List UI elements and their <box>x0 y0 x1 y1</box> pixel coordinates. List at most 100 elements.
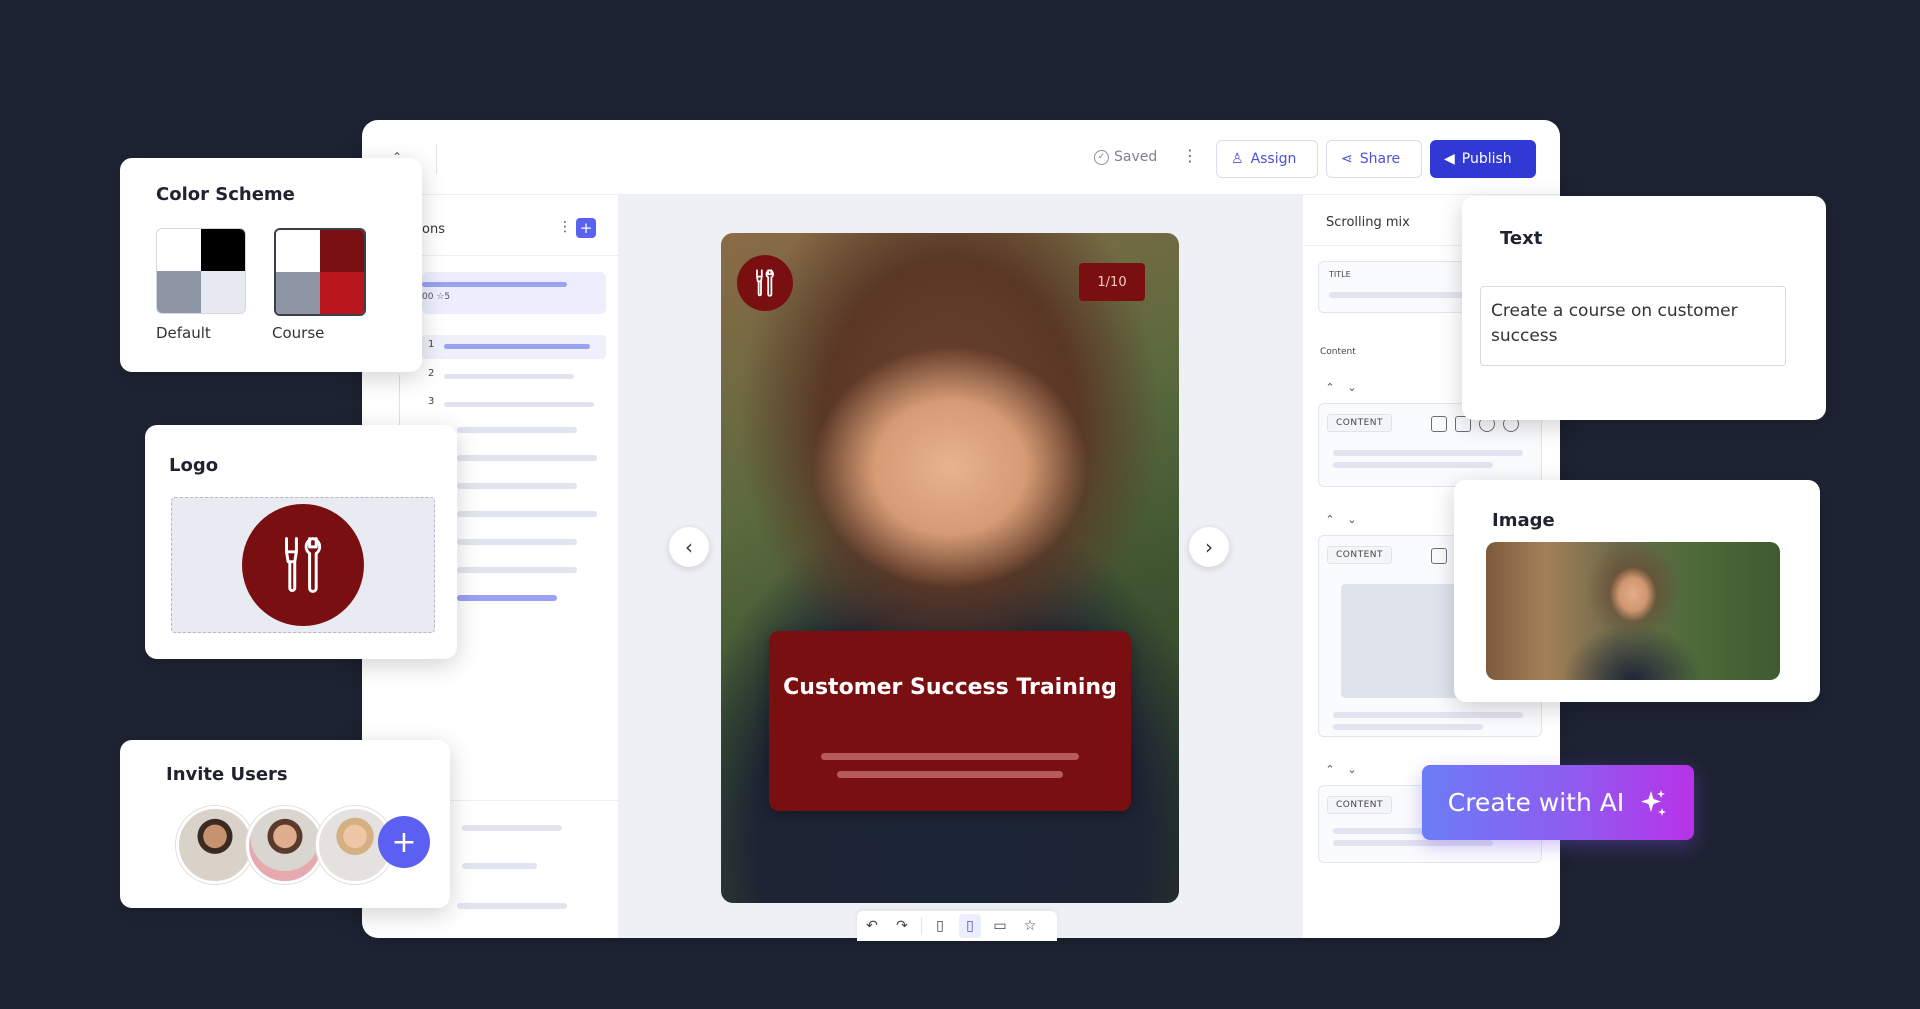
redo-icon[interactable]: ↷ <box>891 914 913 938</box>
assign-button[interactable]: ♙ Assign <box>1216 140 1318 178</box>
topbar-divider <box>436 144 437 174</box>
swatch-cell <box>201 271 245 313</box>
check-circle-icon: ✓ <box>1094 149 1109 165</box>
color-scheme-label: Color Scheme <box>156 184 295 205</box>
section-progress: 00 ☆5 <box>422 292 451 302</box>
content-tag: CONTENT <box>1327 546 1393 564</box>
content-tag: CONTENT <box>1327 414 1393 432</box>
tools-icon <box>285 537 322 593</box>
slide-counter: 1/10 <box>1079 263 1145 301</box>
phone-icon[interactable]: ▯ <box>929 914 951 938</box>
chevron-up-icon[interactable]: ⌃ <box>1320 759 1340 779</box>
editor-window: ⌃ ✓ Saved ⋮ ♙ Assign ⋖ Share ◀ Publish o… <box>362 120 1560 941</box>
chevron-down-icon[interactable]: ⌄ <box>1342 377 1362 397</box>
chevron-up-icon[interactable]: ⌃ <box>1320 509 1340 529</box>
create-with-ai-label: Create with AI <box>1447 788 1625 817</box>
swatch-cell <box>157 271 201 313</box>
image-card: Image <box>1454 480 1820 702</box>
tools-icon <box>756 269 774 297</box>
avatar[interactable] <box>246 806 324 884</box>
publish-button[interactable]: ◀ Publish <box>1430 140 1536 178</box>
text-format-icon[interactable] <box>1431 416 1447 432</box>
sidebar-heading: ons <box>422 222 445 237</box>
swatch-cell <box>276 272 320 314</box>
selected-section[interactable]: 00 ☆5 <box>422 272 606 314</box>
avatar[interactable] <box>176 806 254 884</box>
text-label: Text <box>1500 228 1543 249</box>
scheme-course-swatch[interactable] <box>274 228 366 316</box>
publish-megaphone-icon: ◀ <box>1444 151 1455 167</box>
chevron-right-icon[interactable]: › <box>1189 527 1229 567</box>
share-label: Share <box>1359 151 1401 167</box>
plus-icon: + <box>391 824 417 860</box>
logo-label: Logo <box>169 455 219 476</box>
add-user-button[interactable]: + <box>378 816 430 868</box>
content-tag: CONTENT <box>1327 796 1393 814</box>
add-section-button[interactable]: + <box>576 218 596 238</box>
share-button[interactable]: ⋖ Share <box>1326 140 1422 178</box>
invite-users-label: Invite Users <box>166 764 288 785</box>
toolbar-divider <box>921 917 922 935</box>
list-placeholder <box>457 511 597 517</box>
swatch-cell <box>201 229 245 271</box>
sidebar-more-icon[interactable]: ⋮ <box>558 219 572 235</box>
chevron-down-icon[interactable]: ⌄ <box>1342 759 1362 779</box>
assign-user-icon: ♙ <box>1231 151 1244 167</box>
image-label: Image <box>1492 510 1555 531</box>
image-preview[interactable] <box>1486 542 1780 680</box>
content-label: Content <box>1320 347 1356 357</box>
tablet-icon[interactable]: ▯ <box>959 914 981 938</box>
list-placeholder <box>457 483 577 489</box>
chevron-left-icon[interactable]: ‹ <box>669 527 709 567</box>
logo-card: Logo <box>145 425 457 659</box>
editor-topbar: ⌃ ✓ Saved ⋮ ♙ Assign ⋖ Share ◀ Publish <box>362 120 1560 195</box>
image-placeholder <box>1341 584 1461 698</box>
more-vertical-icon[interactable]: ⋮ <box>1182 146 1198 165</box>
slide-logo-badge <box>737 255 793 311</box>
scheme-default-swatch[interactable] <box>156 228 246 314</box>
logo-badge <box>242 504 364 626</box>
color-scheme-card: Color Scheme Default Course <box>120 158 422 372</box>
star-icon[interactable]: ☆ <box>1019 914 1041 938</box>
invite-users-card: Invite Users + <box>120 740 450 908</box>
list-placeholder <box>457 539 577 545</box>
logo-dropzone[interactable] <box>171 497 435 633</box>
slide[interactable]: 1/10 Customer Success Training <box>721 233 1179 903</box>
scheme-default-label: Default <box>156 324 211 342</box>
assign-label: Assign <box>1250 151 1297 167</box>
list-placeholder <box>457 455 597 461</box>
panel-mode-label: Scrolling mix <box>1326 215 1410 230</box>
slide-canvas: ‹ › 1/10 Customer Success Training ↶ ↷ ▯ <box>619 195 1303 941</box>
swatch-cell <box>320 272 364 314</box>
slide-title-card: Customer Success Training <box>769 631 1131 811</box>
list-item[interactable]: 3 <box>422 393 606 413</box>
list-item[interactable]: 1 <box>422 335 606 359</box>
swatch-cell <box>320 230 364 272</box>
create-with-ai-button[interactable]: Create with AI <box>1422 765 1694 840</box>
slide-subtitle-placeholder <box>821 753 1079 760</box>
list-placeholder <box>457 903 567 909</box>
saved-status: ✓ Saved <box>1094 149 1157 165</box>
list-placeholder <box>462 825 562 831</box>
prompt-input[interactable]: Create a course on customer success <box>1480 286 1786 366</box>
swatch-cell <box>157 229 201 271</box>
swatch-cell <box>276 230 320 272</box>
list-placeholder <box>457 595 557 601</box>
saved-label: Saved <box>1114 149 1158 165</box>
list-item[interactable]: 2 <box>422 365 606 385</box>
share-icon: ⋖ <box>1341 151 1353 167</box>
list-placeholder <box>462 863 537 869</box>
desktop-icon[interactable]: ▭ <box>989 914 1011 938</box>
slide-title: Customer Success Training <box>783 675 1117 700</box>
slide-subtitle-placeholder <box>837 771 1063 778</box>
text-format-icon[interactable] <box>1431 548 1447 564</box>
chevron-down-icon[interactable]: ⌄ <box>1342 509 1362 529</box>
title-tag: TITLE <box>1329 270 1351 279</box>
chevron-up-icon[interactable]: ⌃ <box>1320 377 1340 397</box>
undo-icon[interactable]: ↶ <box>861 914 883 938</box>
canvas-toolbar: ↶ ↷ ▯ ▯ ▭ ☆ <box>857 911 1057 941</box>
list-placeholder <box>457 567 577 573</box>
sidebar-divider <box>412 255 618 256</box>
scheme-course-label: Course <box>272 324 325 342</box>
sparkle-icon <box>1641 789 1667 816</box>
